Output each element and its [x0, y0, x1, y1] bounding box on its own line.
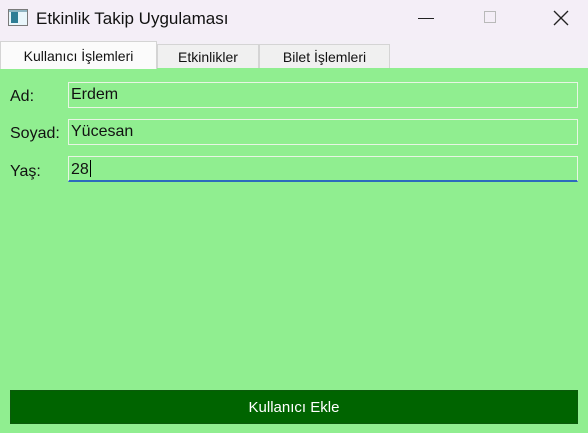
minimize-button[interactable] — [402, 0, 448, 38]
minimize-icon — [418, 18, 434, 19]
tab-kullanici-islemleri[interactable]: Kullanıcı İşlemleri — [0, 41, 157, 69]
first-name-label: Ad: — [10, 88, 35, 105]
age-label: Yaş: — [10, 163, 41, 180]
app-window-icon — [8, 9, 28, 26]
last-name-field[interactable]: Yücesan — [68, 119, 578, 145]
tab-etkinlikler[interactable]: Etkinlikler — [157, 44, 259, 68]
age-field[interactable]: 28 — [68, 156, 578, 182]
user-form-panel: Ad: Erdem Soyad: Yücesan Yaş: 28 Kullanı… — [0, 68, 588, 433]
tab-bilet-islemleri[interactable]: Bilet İşlemleri — [259, 44, 390, 68]
text-caret — [89, 160, 91, 177]
maximize-icon — [484, 11, 496, 23]
window-title: Etkinlik Takip Uygulaması — [36, 9, 229, 28]
first-name-field[interactable]: Erdem — [68, 82, 578, 108]
last-name-label: Soyad: — [10, 125, 60, 142]
age-value: 28 — [71, 161, 89, 178]
app-window: Etkinlik Takip Uygulaması Kullanıcı İşle… — [0, 0, 588, 433]
close-icon — [553, 10, 569, 26]
last-name-value: Yücesan — [71, 123, 134, 140]
first-name-value: Erdem — [71, 86, 119, 103]
maximize-button[interactable] — [466, 0, 512, 38]
close-button[interactable] — [537, 0, 583, 38]
add-user-button[interactable]: Kullanıcı Ekle — [10, 390, 578, 424]
title-bar: Etkinlik Takip Uygulaması — [0, 0, 588, 40]
